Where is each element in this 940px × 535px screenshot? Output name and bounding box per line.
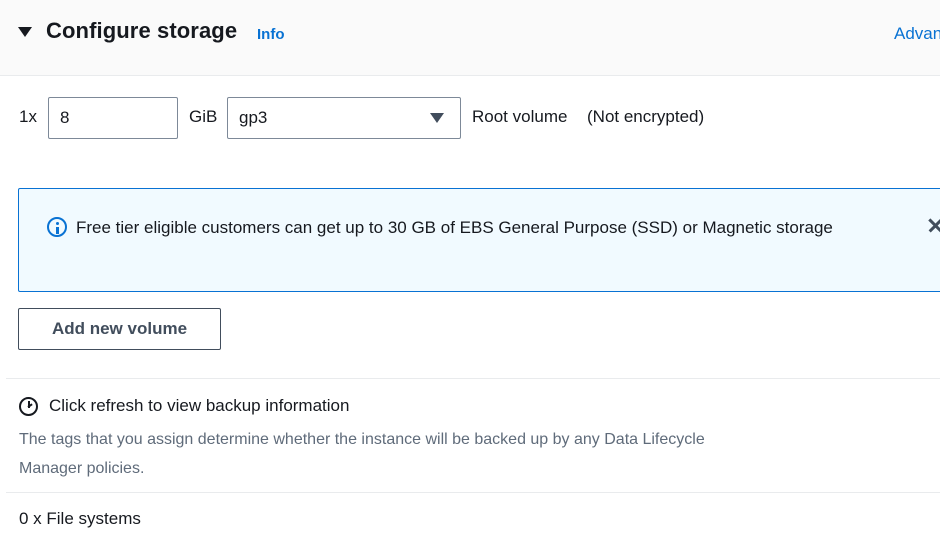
root-volume-label: Root volume	[472, 107, 568, 126]
section-header: Configure storage Info Advanced	[0, 0, 940, 76]
divider	[6, 378, 940, 379]
chevron-down-icon	[430, 113, 444, 123]
backup-info-description: The tags that you assign determine wheth…	[19, 431, 705, 477]
volume-size-input[interactable]	[48, 97, 178, 139]
free-tier-alert: Free tier eligible customers can get up …	[18, 188, 940, 292]
collapse-caret-icon[interactable]	[18, 27, 32, 37]
close-icon[interactable]	[925, 215, 940, 235]
add-new-volume-button[interactable]: Add new volume	[18, 308, 221, 350]
file-systems-label: 0 x File systems	[19, 509, 141, 528]
volume-type-value: gp3	[239, 108, 268, 127]
volume-type-select[interactable]: gp3	[227, 97, 461, 139]
backup-info-title: Click refresh to view backup information	[49, 396, 350, 415]
clock-icon	[19, 397, 38, 416]
section-title: Configure storage	[46, 18, 238, 43]
encryption-status: (Not encrypted)	[587, 107, 705, 126]
volume-count-label: 1x	[19, 107, 37, 126]
configure-storage-panel: Configure storage Info Advanced 1x GiB g…	[0, 0, 940, 535]
info-link[interactable]: Info	[257, 26, 285, 43]
advanced-link[interactable]: Advanced	[894, 24, 940, 44]
alert-message: Free tier eligible customers can get up …	[76, 218, 833, 237]
volume-size-unit: GiB	[189, 107, 218, 126]
divider	[6, 492, 940, 493]
info-icon	[47, 217, 67, 237]
